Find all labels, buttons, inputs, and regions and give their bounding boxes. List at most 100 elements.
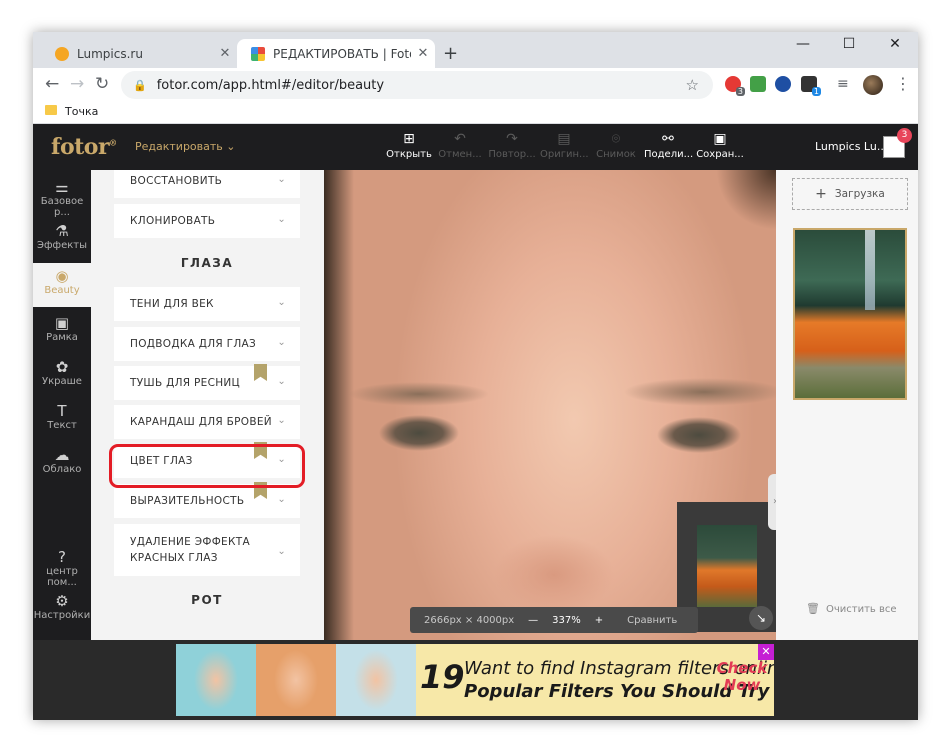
reload-icon[interactable]: ↻ bbox=[95, 74, 109, 94]
tab-close-icon[interactable]: ✕ bbox=[411, 46, 435, 61]
right-panel: + Загрузка 🗑 Очистить все bbox=[776, 170, 918, 640]
nav-decorate[interactable]: ✿ Украше bbox=[33, 358, 91, 387]
zoom-in-button[interactable]: + bbox=[595, 615, 603, 626]
eye-icon: ◉ bbox=[55, 267, 69, 285]
extension-globe-icon[interactable] bbox=[775, 76, 791, 92]
open-button[interactable]: ⊞ Открыть bbox=[385, 129, 433, 160]
nav-beauty[interactable]: ◉ Beauty bbox=[33, 263, 91, 307]
bookmarks-bar: Точка bbox=[33, 102, 918, 124]
ad-banner[interactable]: 19 Want to find Instagram filters online… bbox=[176, 644, 774, 716]
media-control-icon[interactable]: ≡ bbox=[837, 76, 849, 92]
left-nav: ⚌ Базовое р... ⚗ Эффекты ◉ Beauty ▣ Рамка ✿ У… bbox=[33, 170, 91, 640]
sliders-icon: ⚌ bbox=[55, 178, 69, 196]
premium-crown-icon bbox=[254, 364, 267, 381]
gear-icon: ⚙ bbox=[55, 592, 69, 610]
chevron-down-icon: ⌄ bbox=[277, 297, 286, 308]
address-bar[interactable]: 🔒 fotor.com/app.html#/editor/beauty ☆ bbox=[121, 71, 713, 99]
browser-toolbar: ← → ↻ 🔒 fotor.com/app.html#/editor/beaut… bbox=[33, 68, 918, 102]
redo-button[interactable]: ↷ Повтор... bbox=[488, 129, 536, 160]
snapshot-icon: ⌾ bbox=[611, 131, 621, 147]
ad-cta[interactable]: Check Now bbox=[714, 660, 770, 694]
redo-icon: ↷ bbox=[506, 131, 518, 147]
option-mascara[interactable]: ТУШЬ ДЛЯ РЕСНИЦ ⌄ bbox=[114, 364, 300, 400]
extension-cube-icon[interactable]: 1 bbox=[801, 76, 821, 96]
undo-icon: ↶ bbox=[454, 131, 466, 147]
chevron-down-icon: ⌄ bbox=[277, 174, 286, 185]
extension-check-icon[interactable] bbox=[750, 76, 766, 92]
fotor-favicon-icon bbox=[251, 46, 265, 61]
zoom-bar: 2666px × 4000px — 337% + Сравнить bbox=[410, 607, 698, 633]
zoom-level: 337% bbox=[552, 614, 581, 626]
tab-close-icon[interactable]: ✕ bbox=[213, 46, 237, 61]
back-arrow-icon[interactable]: ← bbox=[45, 74, 59, 94]
nav-cloud[interactable]: ☁ Облако bbox=[33, 446, 91, 475]
option-clone[interactable]: КЛОНИРОВАТЬ ⌄ bbox=[114, 204, 300, 238]
new-tab-button[interactable]: + bbox=[443, 43, 458, 64]
plus-icon: + bbox=[815, 186, 827, 202]
maximize-button[interactable]: ☐ bbox=[826, 36, 872, 52]
help-icon: ? bbox=[58, 548, 66, 566]
edit-mode-dropdown[interactable]: Редактировать ⌄ bbox=[135, 140, 236, 153]
tab-title: РЕДАКТИРОВАТЬ | Fotor bbox=[273, 46, 411, 61]
option-brow-pencil[interactable]: КАРАНДАШ ДЛЯ БРОВЕЙ ⌄ bbox=[114, 405, 300, 439]
uploaded-photo-thumbnail[interactable] bbox=[793, 228, 907, 400]
beauty-panel: ВОССТАНОВИТЬ ⌄ КЛОНИРОВАТЬ ⌄ ГЛАЗА ТЕНИ ДЛ… bbox=[91, 170, 324, 640]
cloud-upload-icon: ☁ bbox=[54, 446, 70, 464]
option-expressiveness[interactable]: ВЫРАЗИТЕЛЬНОСТЬ ⌄ bbox=[114, 482, 300, 518]
expand-icon[interactable]: ↘ bbox=[749, 606, 773, 630]
save-button[interactable]: ▣ Сохран... bbox=[696, 129, 744, 160]
tab-fotor[interactable]: РЕДАКТИРОВАТЬ | Fotor ✕ bbox=[237, 39, 435, 68]
original-icon: ▤ bbox=[557, 131, 571, 147]
chevron-down-icon: ⌄ bbox=[277, 376, 286, 387]
save-icon: ▣ bbox=[713, 131, 727, 147]
lumpics-favicon-icon bbox=[55, 46, 69, 61]
snapshot-button[interactable]: ⌾ Снимок bbox=[592, 129, 640, 160]
annotation-highlight bbox=[109, 444, 305, 488]
window-close-button[interactable]: ✕ bbox=[872, 36, 918, 52]
chevron-down-icon: ⌄ bbox=[277, 214, 286, 225]
bookmark-tochka[interactable]: Точка bbox=[65, 105, 98, 118]
menu-kebab-icon[interactable]: ⋮ bbox=[895, 74, 911, 93]
option-eyeliner[interactable]: ПОДВОДКА ДЛЯ ГЛАЗ ⌄ bbox=[114, 327, 300, 361]
original-button[interactable]: ▤ Оригин... bbox=[540, 129, 589, 160]
ad-area: 19 Want to find Instagram filters online… bbox=[33, 640, 918, 720]
fotor-logo[interactable]: fotor® bbox=[51, 134, 117, 160]
nav-basic-edit[interactable]: ⚌ Базовое р... bbox=[33, 178, 91, 218]
compare-button[interactable]: Сравнить bbox=[627, 615, 677, 626]
image-dimensions: 2666px × 4000px bbox=[424, 614, 515, 626]
upload-button[interactable]: + Загрузка bbox=[792, 178, 908, 210]
nav-effects[interactable]: ⚗ Эффекты bbox=[33, 222, 91, 251]
option-eyeshadow[interactable]: ТЕНИ ДЛЯ ВЕК ⌄ bbox=[114, 287, 300, 321]
option-restore[interactable]: ВОССТАНОВИТЬ ⌄ bbox=[114, 170, 300, 198]
nav-text[interactable]: T Текст bbox=[33, 402, 91, 431]
flask-icon: ⚗ bbox=[55, 222, 69, 240]
url-text: fotor.com/app.html#/editor/beauty bbox=[156, 77, 385, 93]
lock-icon: 🔒 bbox=[133, 78, 147, 92]
tab-lumpics[interactable]: Lumpics.ru ✕ bbox=[41, 39, 237, 68]
zoom-out-button[interactable]: — bbox=[528, 615, 538, 626]
nav-settings[interactable]: ⚙ Настройки bbox=[33, 592, 91, 621]
user-name[interactable]: Lumpics Lu... bbox=[815, 140, 887, 153]
app-topbar: fotor® Редактировать ⌄ ⊞ Открыть ↶ Отмен..… bbox=[33, 124, 918, 170]
undo-button[interactable]: ↶ Отмен... bbox=[436, 129, 484, 160]
option-red-eye-removal[interactable]: УДАЛЕНИЕ ЭФФЕКТА КРАСНЫХ ГЛАЗ ⌄ bbox=[114, 524, 300, 576]
extension-red-icon[interactable]: 3 bbox=[725, 76, 745, 96]
open-image-icon: ⊞ bbox=[403, 131, 415, 147]
forward-arrow-icon[interactable]: → bbox=[70, 74, 84, 94]
folder-icon bbox=[45, 105, 57, 115]
share-button[interactable]: ⚯ Подели... bbox=[644, 129, 693, 160]
chevron-down-icon: ⌄ bbox=[277, 546, 286, 557]
section-title-eyes: ГЛАЗА bbox=[180, 256, 234, 270]
ad-number: 19 bbox=[420, 658, 465, 696]
profile-avatar[interactable] bbox=[863, 75, 883, 95]
text-icon: T bbox=[57, 402, 67, 420]
nav-frame[interactable]: ▣ Рамка bbox=[33, 314, 91, 343]
clear-all-button[interactable]: 🗑 Очистить все bbox=[806, 602, 897, 615]
nav-help-center[interactable]: ? центр пом... bbox=[33, 548, 91, 588]
bookmark-star-icon[interactable]: ☆ bbox=[686, 76, 699, 94]
notification-badge[interactable]: 3 bbox=[897, 128, 912, 143]
ad-close-icon[interactable]: ✕ bbox=[758, 644, 774, 660]
chevron-down-icon: ⌄ bbox=[277, 494, 286, 505]
minimize-button[interactable]: — bbox=[780, 36, 826, 52]
ad-image bbox=[176, 644, 416, 716]
